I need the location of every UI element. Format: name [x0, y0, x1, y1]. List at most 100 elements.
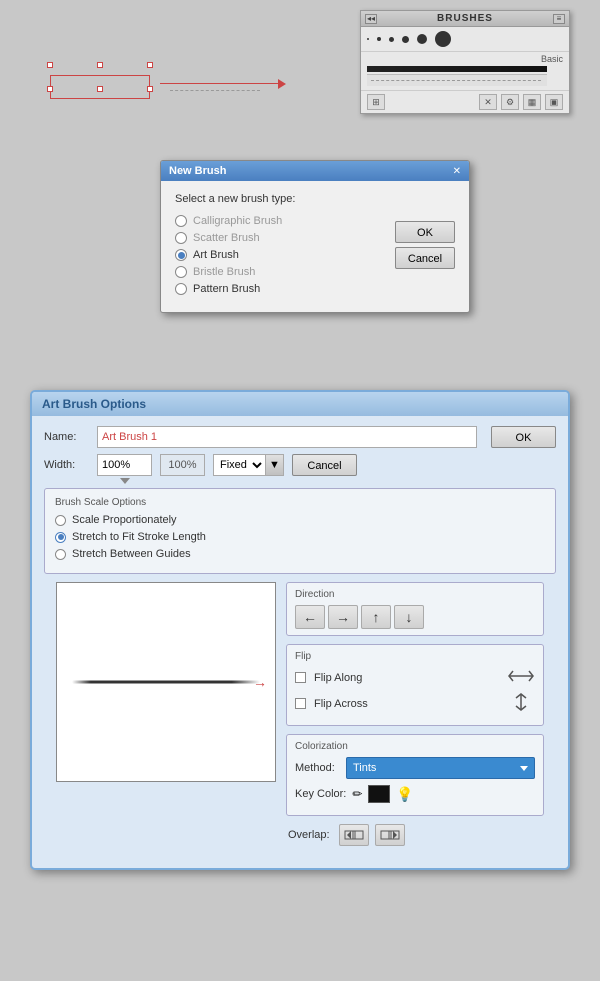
art-brush-dialog: Art Brush Options Name: OK Width: 100% F…	[30, 390, 570, 870]
handle-bl[interactable]	[47, 86, 53, 92]
panel-menu-btn[interactable]: ≡	[553, 14, 565, 24]
overlap-btn-2[interactable]	[375, 824, 405, 846]
thin-brush-area[interactable]	[367, 74, 547, 86]
art-cancel-btn[interactable]: Cancel	[292, 454, 357, 476]
fixed-arrow[interactable]: ▼	[266, 454, 284, 476]
canvas-area	[40, 60, 300, 120]
fixed-dropdown[interactable]: Fixed ▼	[213, 454, 284, 476]
panel-menu-area[interactable]: ≡	[553, 14, 565, 24]
stroke-preview-line	[170, 90, 260, 91]
new-brush-cancel[interactable]: Cancel	[395, 247, 455, 269]
handle-tl[interactable]	[47, 62, 53, 68]
right-controls: Direction ← → ↑ ↓ Flip Flip Along	[286, 582, 544, 846]
flip-along-label: Flip Along	[314, 672, 362, 684]
stretch-guides-label: Stretch Between Guides	[72, 548, 191, 560]
brush-dot-6[interactable]	[435, 31, 451, 47]
brush-dot-5[interactable]	[417, 34, 427, 44]
brush-dot-1[interactable]	[367, 38, 369, 40]
canvas-arrow-line	[160, 83, 280, 84]
stretch-stroke-label: Stretch to Fit Stroke Length	[72, 531, 206, 543]
flip-across-label: Flip Across	[314, 698, 368, 710]
pattern-radio[interactable]	[175, 283, 187, 295]
bristle-radio[interactable]	[175, 266, 187, 278]
new-brush-btn[interactable]: ⊞	[367, 94, 385, 110]
pencil-icon[interactable]: ✏	[352, 787, 362, 801]
handle-tr[interactable]	[147, 62, 153, 68]
handle-bc[interactable]	[97, 86, 103, 92]
stretch-stroke-row[interactable]: Stretch to Fit Stroke Length	[55, 531, 545, 543]
brushes-titlebar: ◂◂ BRUSHES ≡	[361, 11, 569, 27]
scale-proportionately-row[interactable]: Scale Proportionately	[55, 514, 545, 526]
method-row: Method: Tints	[295, 757, 535, 779]
direction-buttons: ← → ↑ ↓	[295, 605, 535, 629]
scale-proportionately-radio[interactable]	[55, 515, 66, 526]
new-brush-dialog: New Brush ✕ Select a new brush type: Cal…	[160, 160, 470, 313]
panel-collapse-btn[interactable]: ◂◂	[365, 14, 377, 24]
overlap-btn-1[interactable]	[339, 824, 369, 846]
thick-brush-stroke[interactable]	[367, 66, 547, 72]
dashed-line	[371, 80, 541, 81]
flip-along-row: Flip Along	[295, 667, 535, 688]
fixed-select[interactable]: Fixed	[213, 454, 266, 476]
art-brush-body: Name: OK Width: 100% Fixed ▼ Cancel Brus…	[32, 416, 568, 856]
scale-title: Brush Scale Options	[55, 497, 545, 508]
calligraphic-label: Calligraphic Brush	[193, 215, 282, 227]
name-input[interactable]	[97, 426, 477, 448]
scale-proportionately-label: Scale Proportionately	[72, 514, 177, 526]
direction-group: Direction ← → ↑ ↓	[286, 582, 544, 636]
dir-right-btn[interactable]: →	[328, 605, 358, 629]
art-brush-radio[interactable]	[175, 249, 187, 261]
brush-dot-3[interactable]	[389, 37, 394, 42]
name-row: Name: OK	[44, 426, 556, 448]
flip-across-checkbox[interactable]	[295, 698, 306, 709]
flip-group: Flip Flip Along	[286, 644, 544, 726]
handle-tc[interactable]	[97, 62, 103, 68]
dir-down-btn[interactable]: ↓	[394, 605, 424, 629]
method-dropdown[interactable]: Tints	[346, 757, 535, 779]
calligraphic-radio[interactable]	[175, 215, 187, 227]
colorization-group: Colorization Method: Tints Key Color: ✏ …	[286, 734, 544, 816]
basic-label: Basic	[541, 54, 563, 64]
brush-type-prompt: Select a new brush type:	[175, 193, 455, 205]
pattern-brush-option[interactable]: Pattern Brush	[175, 283, 455, 295]
flip-along-icon	[507, 667, 535, 688]
width-input[interactable]	[97, 454, 152, 476]
new-brush-titlebar: New Brush ✕	[161, 161, 469, 181]
brush-options-btn[interactable]: ⚙	[501, 94, 519, 110]
brush-apply-btn[interactable]: ▦	[523, 94, 541, 110]
method-label: Method:	[295, 762, 340, 774]
stretch-stroke-radio[interactable]	[55, 532, 66, 543]
key-color-swatch[interactable]	[368, 785, 390, 803]
stretch-guides-radio[interactable]	[55, 549, 66, 560]
new-brush-title: New Brush	[169, 165, 226, 177]
new-brush-buttons: OK Cancel	[395, 221, 455, 269]
brush-dot-4[interactable]	[402, 36, 409, 43]
art-brush-label: Art Brush	[193, 249, 239, 261]
flip-along-checkbox[interactable]	[295, 672, 306, 683]
dir-up-btn[interactable]: ↑	[361, 605, 391, 629]
dir-left-btn[interactable]: ←	[295, 605, 325, 629]
bristle-label: Bristle Brush	[193, 266, 255, 278]
key-color-row: Key Color: ✏ 💡	[295, 785, 535, 803]
slider-triangle	[120, 478, 130, 484]
panel-collapse-btns[interactable]: ◂◂	[365, 14, 377, 24]
new-brush-ok[interactable]: OK	[395, 221, 455, 243]
width-area	[97, 454, 152, 476]
scatter-radio[interactable]	[175, 232, 187, 244]
scatter-label: Scatter Brush	[193, 232, 260, 244]
overlap-label: Overlap:	[288, 829, 333, 841]
preview-brush-stroke	[72, 681, 260, 684]
flip-title: Flip	[295, 651, 535, 662]
flip-across-row: Flip Across	[295, 692, 535, 715]
brushes-panel: ◂◂ BRUSHES ≡ Basic ⊞ ✕ ⚙ ▦ ▣	[360, 10, 570, 114]
colorization-title: Colorization	[295, 741, 535, 752]
pattern-label: Pattern Brush	[193, 283, 260, 295]
brush-dot-2[interactable]	[377, 37, 381, 41]
delete-brush-btn[interactable]: ✕	[479, 94, 497, 110]
bulb-icon[interactable]: 💡	[396, 786, 413, 803]
art-ok-btn[interactable]: OK	[491, 426, 556, 448]
new-brush-close[interactable]: ✕	[453, 166, 461, 177]
handle-br[interactable]	[147, 86, 153, 92]
brush-more-btn[interactable]: ▣	[545, 94, 563, 110]
stretch-guides-row[interactable]: Stretch Between Guides	[55, 548, 545, 560]
